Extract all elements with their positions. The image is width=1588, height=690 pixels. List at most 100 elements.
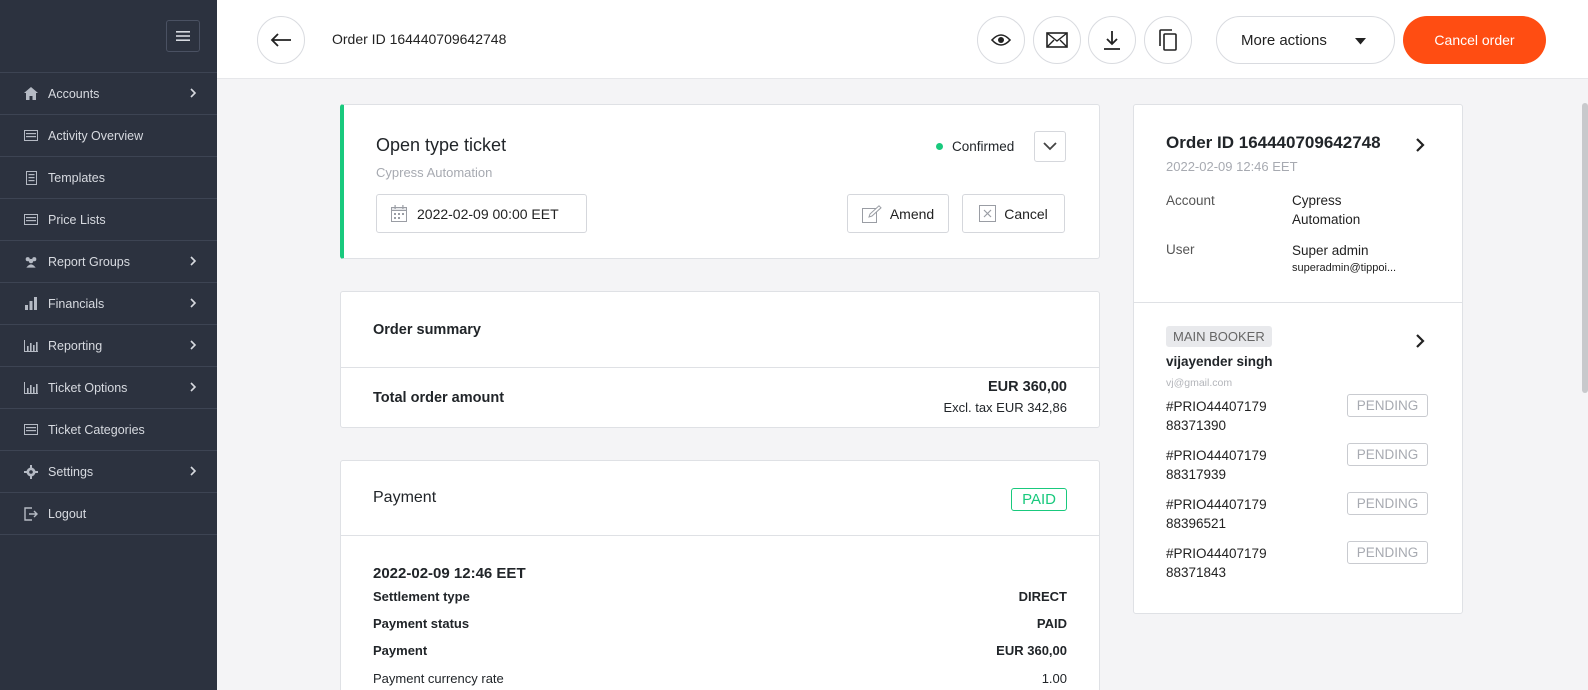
home-icon <box>24 87 38 101</box>
ticket-subtitle: Cypress Automation <box>376 165 493 180</box>
amend-button[interactable]: Amend <box>847 194 949 233</box>
page-scrollbar[interactable] <box>1582 103 1588 393</box>
chevron-right-icon[interactable] <box>1414 137 1426 153</box>
payment-row-value: PAID <box>1036 616 1067 631</box>
logout-icon <box>24 506 38 521</box>
chevron-right-icon <box>190 382 197 392</box>
status-label: Confirmed <box>952 139 1015 154</box>
sidebar-item-report-groups[interactable]: Report Groups <box>0 241 217 283</box>
ticket-card: Open type ticket Cypress Automation Conf… <box>340 104 1100 259</box>
menu-toggle-button[interactable] <box>166 20 200 52</box>
sidebar-item-financials[interactable]: Financials <box>0 283 217 325</box>
close-box-icon <box>979 205 997 222</box>
copy-icon <box>1159 29 1177 51</box>
cancel-ticket-button[interactable]: Cancel <box>962 194 1065 233</box>
download-button[interactable] <box>1088 16 1136 64</box>
chevron-right-icon <box>190 298 197 308</box>
bar-chart-icon <box>24 381 38 395</box>
arrow-left-icon <box>270 33 291 47</box>
sidebar-item-label: Price Lists <box>48 212 106 227</box>
more-actions-label: More actions <box>1241 31 1327 49</box>
back-button[interactable] <box>257 16 305 64</box>
more-actions-dropdown[interactable]: More actions <box>1216 16 1395 64</box>
sidebar-item-templates[interactable]: Templates <box>0 157 217 199</box>
ticket-reference[interactable]: #PRIO44407179 88317939 <box>1166 446 1286 484</box>
booker-email: vj@gmail.com <box>1166 377 1233 389</box>
chevron-right-icon[interactable] <box>1414 333 1426 349</box>
payment-row: Payment currency rate 1.00 <box>373 671 1067 686</box>
payment-row-label: Payment currency rate <box>373 671 504 686</box>
list-icon <box>24 423 38 437</box>
list-icon <box>24 129 38 143</box>
ticket-date-field[interactable]: 2022-02-09 00:00 EET <box>376 194 587 233</box>
pending-badge: PENDING <box>1347 394 1428 417</box>
preview-button[interactable] <box>977 16 1025 64</box>
eye-icon <box>991 34 1011 46</box>
order-details-panel: Order ID 164440709642748 2022-02-09 12:4… <box>1133 104 1463 614</box>
calendar-icon <box>391 205 407 222</box>
ticket-reference[interactable]: #PRIO44407179 88371390 <box>1166 397 1286 435</box>
user-email: superadmin@tippoi... <box>1292 262 1397 274</box>
sidebar-item-settings[interactable]: Settings <box>0 451 217 493</box>
order-panel-title: Order ID 164440709642748 <box>1166 133 1381 152</box>
total-excl-tax: Excl. tax EUR 342,86 <box>943 400 1067 415</box>
payment-row-value: 1.00 <box>1041 671 1067 686</box>
sidebar-item-label: Reporting <box>48 338 103 353</box>
email-button[interactable] <box>1033 16 1081 64</box>
chevron-right-icon <box>190 466 197 476</box>
pending-badge: PENDING <box>1347 541 1428 564</box>
sidebar-item-label: Financials <box>48 296 105 311</box>
booker-name: vijayender singh <box>1166 354 1273 369</box>
status-badge: Confirmed <box>936 139 1014 154</box>
user-label: User <box>1166 242 1195 257</box>
ticket-reference[interactable]: #PRIO44407179 88396521 <box>1166 495 1286 533</box>
gear-icon <box>24 464 38 479</box>
account-value: Cypress Automation <box>1292 193 1361 227</box>
order-summary-heading: Order summary <box>341 292 1099 368</box>
chevron-right-icon <box>190 256 197 266</box>
sidebar-item-ticket-categories[interactable]: Ticket Categories <box>0 409 217 451</box>
chevron-right-icon <box>190 88 197 98</box>
download-icon <box>1104 31 1120 50</box>
document-icon <box>24 170 38 185</box>
list-icon <box>24 213 38 227</box>
chevron-down-icon <box>1043 142 1057 151</box>
total-order-label: Total order amount <box>373 390 505 406</box>
payment-row-label: Payment status <box>373 616 470 631</box>
sidebar-item-reporting[interactable]: Reporting <box>0 325 217 367</box>
top-header: Order ID 164440709642748 More actions Ca… <box>217 0 1588 79</box>
copy-button[interactable] <box>1144 16 1192 64</box>
payment-row-label: Settlement type <box>373 589 470 604</box>
sidebar-item-label: Logout <box>48 506 87 521</box>
user-value: Super admin <box>1292 243 1369 258</box>
sidebar-item-label: Activity Overview <box>48 128 144 143</box>
sidebar-item-price-lists[interactable]: Price Lists <box>0 199 217 241</box>
sidebar-item-label: Ticket Options <box>48 380 128 395</box>
status-dot-icon <box>936 143 943 150</box>
sidebar-item-ticket-options[interactable]: Ticket Options <box>0 367 217 409</box>
sidebar-item-logout[interactable]: Logout <box>0 493 217 535</box>
ticket-reference[interactable]: #PRIO44407179 88371843 <box>1166 544 1286 582</box>
cancel-order-button[interactable]: Cancel order <box>1403 16 1546 64</box>
sidebar-nav: Accounts Activity Overview Templates Pri… <box>0 72 217 535</box>
pending-badge: PENDING <box>1347 492 1428 515</box>
account-label: Account <box>1166 193 1215 208</box>
pending-badge: PENDING <box>1347 443 1428 466</box>
envelope-icon <box>1046 32 1068 48</box>
chevron-right-icon <box>190 340 197 350</box>
bar-chart-icon <box>24 297 38 311</box>
sidebar: Accounts Activity Overview Templates Pri… <box>0 0 217 690</box>
payment-card: Payment PAID 2022-02-09 12:46 EET Settle… <box>340 460 1100 690</box>
sidebar-item-accounts[interactable]: Accounts <box>0 73 217 115</box>
sidebar-item-activity-overview[interactable]: Activity Overview <box>0 115 217 157</box>
page-title: Order ID 164440709642748 <box>332 31 507 47</box>
payment-row-value: DIRECT <box>1018 589 1067 604</box>
payment-row: Payment status PAID <box>373 616 1067 631</box>
collapse-button[interactable] <box>1034 131 1066 162</box>
hamburger-icon <box>176 31 190 41</box>
sidebar-item-label: Templates <box>48 170 105 185</box>
sidebar-item-label: Settings <box>48 464 94 479</box>
panel-divider <box>1134 302 1462 303</box>
order-summary-card: Order summary Total order amount EUR 360… <box>340 291 1100 428</box>
payment-date: 2022-02-09 12:46 EET <box>373 565 526 582</box>
